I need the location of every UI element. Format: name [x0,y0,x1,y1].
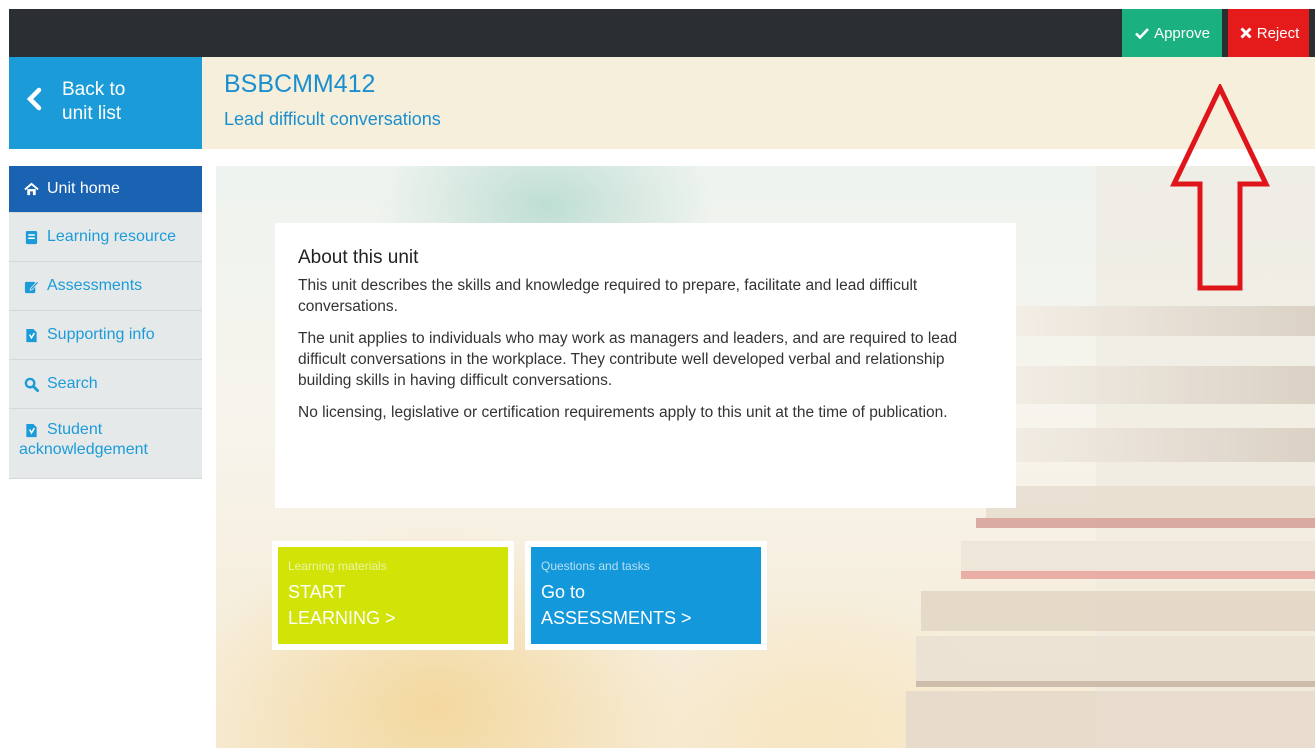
top-bar-background [9,9,1315,57]
sidebar-item-student-acknowledgement[interactable]: Student acknowledgement [9,409,202,479]
cta-label: START LEARNING > [288,579,498,631]
back-label: Back to unit list [62,78,182,126]
check-icon [1135,28,1150,40]
sidebar-nav: Unit home Learning resource Assessments … [9,166,202,479]
cta-label-line1: START [288,582,346,602]
search-icon [24,377,39,392]
hero-banner: About this unit This unit describes the … [216,166,1315,748]
document-icon [26,423,37,437]
sidebar-item-label: Assessments [47,277,143,294]
sidebar-item-unit-home[interactable]: Unit home [9,166,202,213]
about-paragraph: The unit applies to individuals who may … [298,330,958,389]
book-icon [25,230,38,244]
start-learning-button[interactable]: Learning materials START LEARNING > [272,541,514,650]
chevron-left-icon [26,87,42,111]
sidebar-item-label: Unit home [47,180,120,197]
go-to-assessments-button[interactable]: Questions and tasks Go to ASSESSMENTS > [525,541,767,650]
reject-button[interactable]: Reject [1228,9,1309,57]
start-learning-tile: Learning materials START LEARNING > [278,547,508,644]
home-icon [24,182,39,195]
about-paragraph: No licensing, legislative or certificati… [298,404,948,421]
about-title: About this unit [298,247,419,268]
about-paragraph: This unit describes the skills and knowl… [298,277,918,315]
sidebar-item-label: Supporting info [47,326,155,343]
cta-label-line1: Go to [541,582,586,602]
top-bar: Approve Reject [0,0,1315,57]
close-icon [1240,27,1252,39]
sidebar-item-search[interactable]: Search [9,360,202,409]
about-unit-card: About this unit This unit describes the … [275,223,1016,508]
reject-label: Reject [1256,24,1300,42]
back-label-line1: Back to [62,79,126,100]
go-to-assessments-tile: Questions and tasks Go to ASSESSMENTS > [531,547,761,644]
approve-label: Approve [1154,24,1210,42]
sidebar-item-assessments[interactable]: Assessments [9,262,202,311]
sidebar-item-label-line2: acknowledgement [19,441,148,458]
sidebar-item-supporting-info[interactable]: Supporting info [9,311,202,360]
document-icon [26,328,37,342]
sidebar-item-label: Student [47,421,103,438]
unit-name: Lead difficult conversations [224,109,441,129]
unit-header: BSBCMM412 Lead difficult conversations [202,57,1315,149]
sidebar-item-learning-resource[interactable]: Learning resource [9,213,202,262]
back-to-unit-list-button[interactable]: Back to unit list [9,57,202,149]
cta-label-line2: LEARNING > [288,608,396,628]
cta-caption: Learning materials [288,559,387,573]
sidebar-item-label: Learning resource [47,228,176,245]
unit-code: BSBCMM412 [224,70,376,98]
cta-label-line2: ASSESSMENTS > [541,608,692,628]
sidebar-item-label: Search [47,375,98,392]
approve-button[interactable]: Approve [1122,9,1222,57]
back-label-line2: unit list [62,103,122,124]
cta-caption: Questions and tasks [541,559,650,573]
annotation-arrow-up-icon [1170,84,1270,291]
edit-icon [24,280,39,293]
cta-label: Go to ASSESSMENTS > [541,579,751,631]
